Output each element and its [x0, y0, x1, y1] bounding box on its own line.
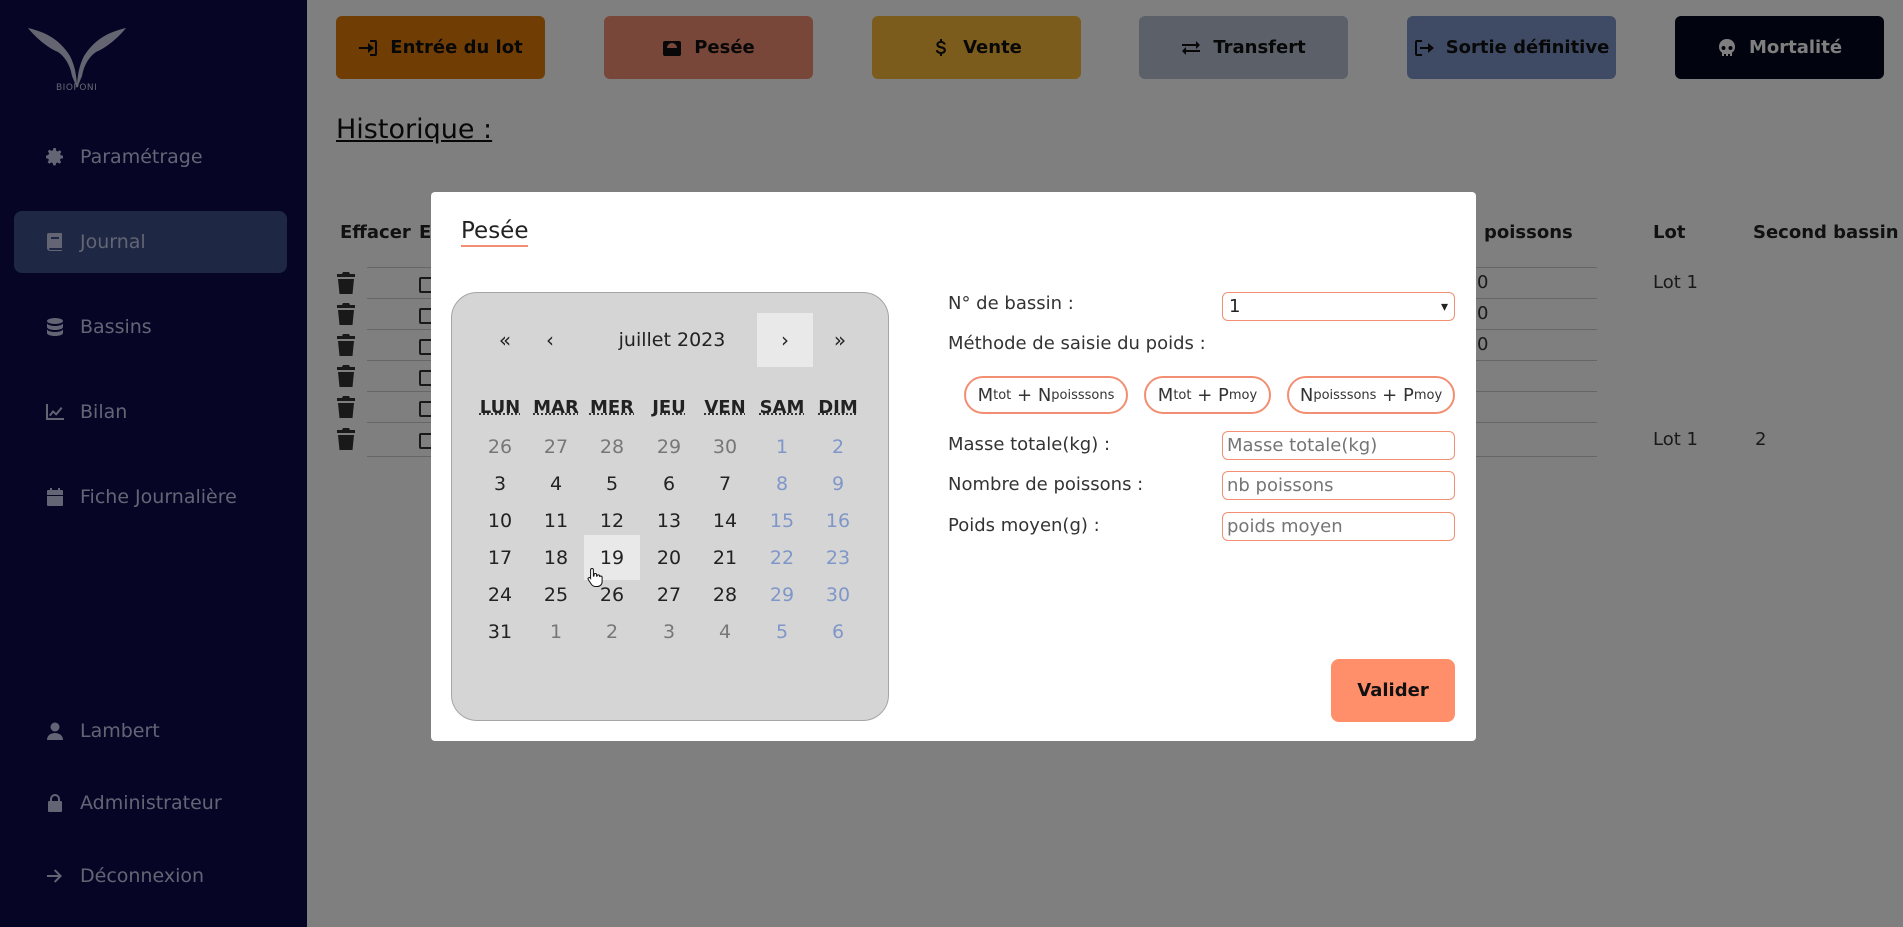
method-subscript: moy	[1228, 387, 1258, 403]
method-text: +	[1011, 384, 1038, 406]
nombre-poissons-input[interactable]	[1222, 471, 1455, 500]
calendar-day[interactable]: 1	[528, 609, 584, 654]
bassin-label: N° de bassin :	[948, 293, 1074, 314]
method-text: N	[1299, 384, 1314, 406]
method-text: N	[1037, 384, 1052, 406]
method-text: P	[1402, 384, 1414, 406]
chevron-down-icon: ▾	[1440, 298, 1448, 315]
calendar-day[interactable]: 5	[754, 609, 810, 654]
method-mtot-npoissons-button[interactable]: Mtot + Npoisssons	[964, 376, 1128, 414]
next-month-button[interactable]: ›	[757, 313, 813, 367]
calendar-day[interactable]: 6	[810, 609, 866, 654]
method-subscript: poisssons	[1051, 387, 1115, 403]
weekday-label: MAR	[533, 397, 579, 418]
method-text: +	[1376, 384, 1403, 406]
weekday-label: LUN	[479, 397, 521, 418]
weekday-label: MER	[589, 397, 635, 418]
masse-totale-input[interactable]	[1222, 431, 1455, 460]
calendar-day[interactable]: 2	[584, 609, 640, 654]
method-subscript: poisssons	[1313, 387, 1377, 403]
pesee-modal: Pesée « ‹ juillet 2023 › » LUN MAR MER J…	[431, 192, 1476, 741]
poids-moyen-label: Poids moyen(g) :	[948, 515, 1100, 536]
method-text: M	[1157, 384, 1174, 406]
modal-title: Pesée	[461, 218, 529, 247]
masse-totale-label: Masse totale(kg) :	[948, 434, 1111, 455]
nombre-poissons-label: Nombre de poissons :	[948, 474, 1144, 495]
weekday-label: JEU	[652, 397, 686, 418]
date-picker: « ‹ juillet 2023 › » LUN MAR MER JEU VEN…	[451, 292, 889, 721]
method-subscript: tot	[1173, 387, 1192, 403]
methode-label: Méthode de saisie du poids :	[948, 333, 1206, 354]
calendar-month-label[interactable]: juillet 2023	[582, 313, 762, 367]
method-subscript: tot	[993, 387, 1012, 403]
calendar-day[interactable]: 31	[472, 609, 528, 654]
method-text: P	[1218, 384, 1229, 406]
calendar-day[interactable]: 4	[697, 609, 753, 654]
next-year-button[interactable]: »	[812, 313, 868, 367]
weekday-label: SAM	[759, 397, 805, 418]
valider-button[interactable]: Valider	[1331, 659, 1455, 722]
method-text: +	[1191, 384, 1219, 406]
method-subscript: moy	[1413, 387, 1443, 403]
bassin-select-value: 1	[1229, 296, 1241, 317]
hand-pointer-cursor-icon	[587, 567, 603, 587]
method-npoissons-pmoy-button[interactable]: Npoisssons + Pmoy	[1287, 376, 1455, 414]
weekday-label: DIM	[818, 397, 858, 418]
prev-month-button[interactable]: ‹	[522, 313, 578, 367]
calendar-day[interactable]: 3	[641, 609, 697, 654]
poids-moyen-input[interactable]	[1222, 512, 1455, 541]
weekday-label: VEN	[704, 397, 746, 418]
method-mtot-pmoy-button[interactable]: Mtot + Pmoy	[1144, 376, 1271, 414]
bassin-select[interactable]: 1 ▾	[1222, 292, 1455, 321]
method-text: M	[977, 384, 994, 406]
